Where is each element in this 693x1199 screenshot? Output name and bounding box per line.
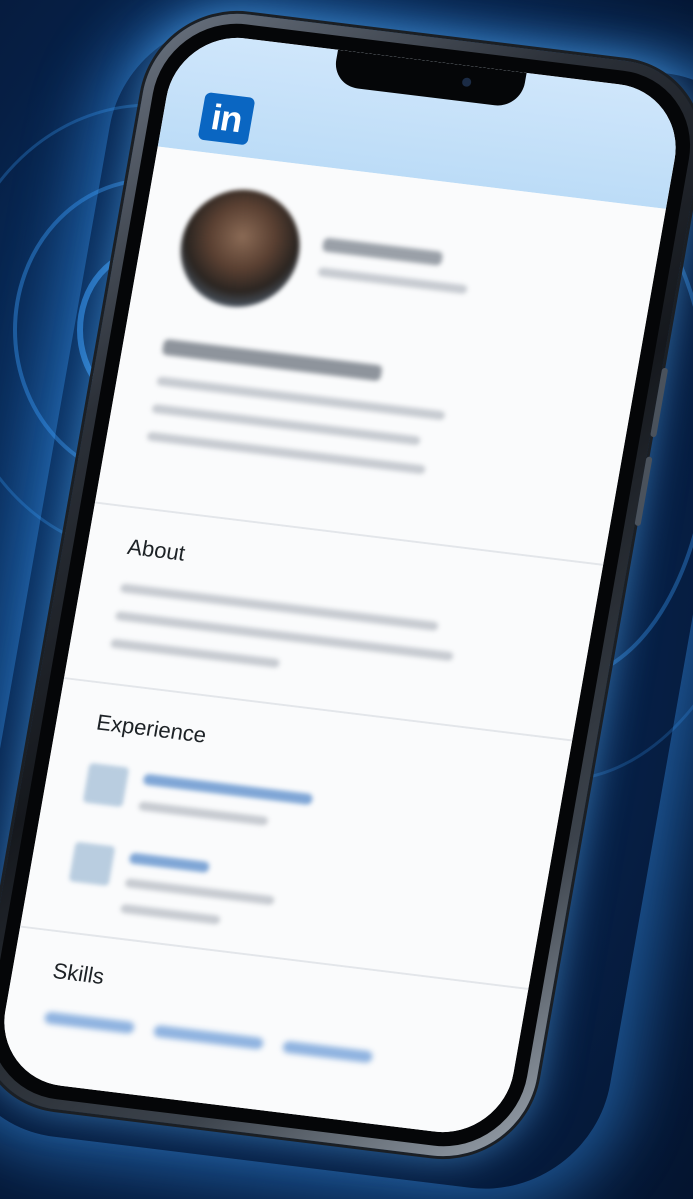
experience-date-line [119, 903, 221, 925]
experience-company-line [138, 801, 269, 826]
experience-title: Experience [94, 709, 209, 748]
experience-title-line[interactable] [128, 852, 210, 874]
profile-subheading [161, 338, 383, 382]
linkedin-logo-icon[interactable]: in [197, 91, 256, 146]
about-text-line [109, 638, 281, 669]
profile-headline [317, 267, 468, 295]
company-logo-icon [82, 762, 130, 808]
skill-pill[interactable] [43, 1011, 136, 1035]
avatar[interactable] [171, 182, 309, 314]
profile-name [321, 237, 444, 266]
camera-icon [461, 77, 472, 88]
about-title: About [125, 534, 188, 566]
company-logo-icon [68, 841, 116, 887]
skills-title: Skills [50, 958, 107, 989]
skill-pill[interactable] [152, 1024, 265, 1050]
experience-company-line [124, 878, 275, 906]
skill-pill[interactable] [281, 1040, 374, 1064]
profile-card [94, 146, 666, 566]
experience-title-line[interactable] [142, 773, 314, 806]
